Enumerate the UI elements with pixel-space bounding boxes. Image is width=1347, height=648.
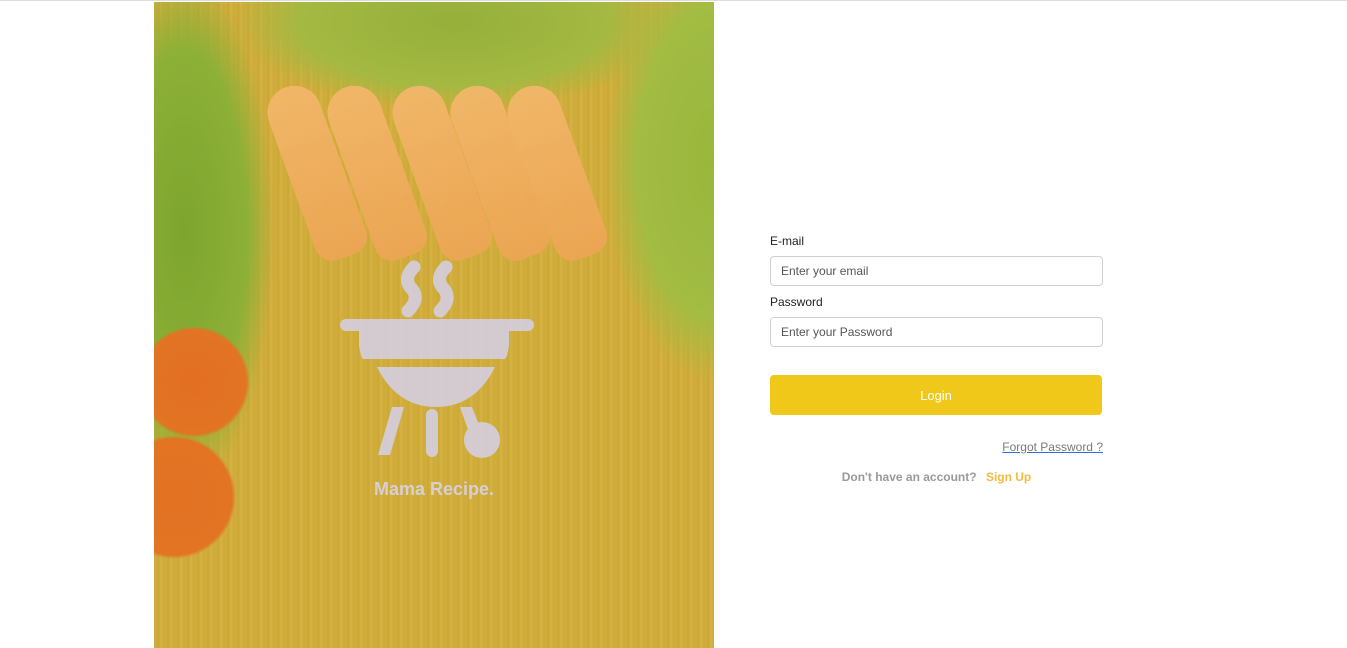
no-account-text: Don't have an account? xyxy=(841,470,977,484)
forgot-password-link[interactable]: Forgot Password ? xyxy=(770,440,1103,454)
signup-link[interactable]: Sign Up xyxy=(986,470,1031,484)
shrimp-decoration xyxy=(499,78,613,266)
hero-image: Mama Recipe. xyxy=(154,2,714,648)
email-input[interactable] xyxy=(770,256,1103,286)
email-label: E-mail xyxy=(770,234,805,248)
password-label: Password xyxy=(770,295,823,309)
shrimp-decoration xyxy=(319,78,433,266)
brand-logo: Mama Recipe. xyxy=(334,257,534,507)
shrimp-decoration xyxy=(384,78,498,266)
login-button[interactable]: Login xyxy=(770,375,1102,415)
shrimp-decoration xyxy=(259,78,373,266)
grill-icon xyxy=(340,260,534,458)
shrimp-decoration xyxy=(442,78,556,266)
signup-row: Don't have an account? Sign Up xyxy=(770,470,1103,484)
logo-text: Mama Recipe. xyxy=(373,479,495,499)
login-form: E-mail Password Login Forgot Password ? … xyxy=(770,234,1103,484)
password-input[interactable] xyxy=(770,317,1103,347)
